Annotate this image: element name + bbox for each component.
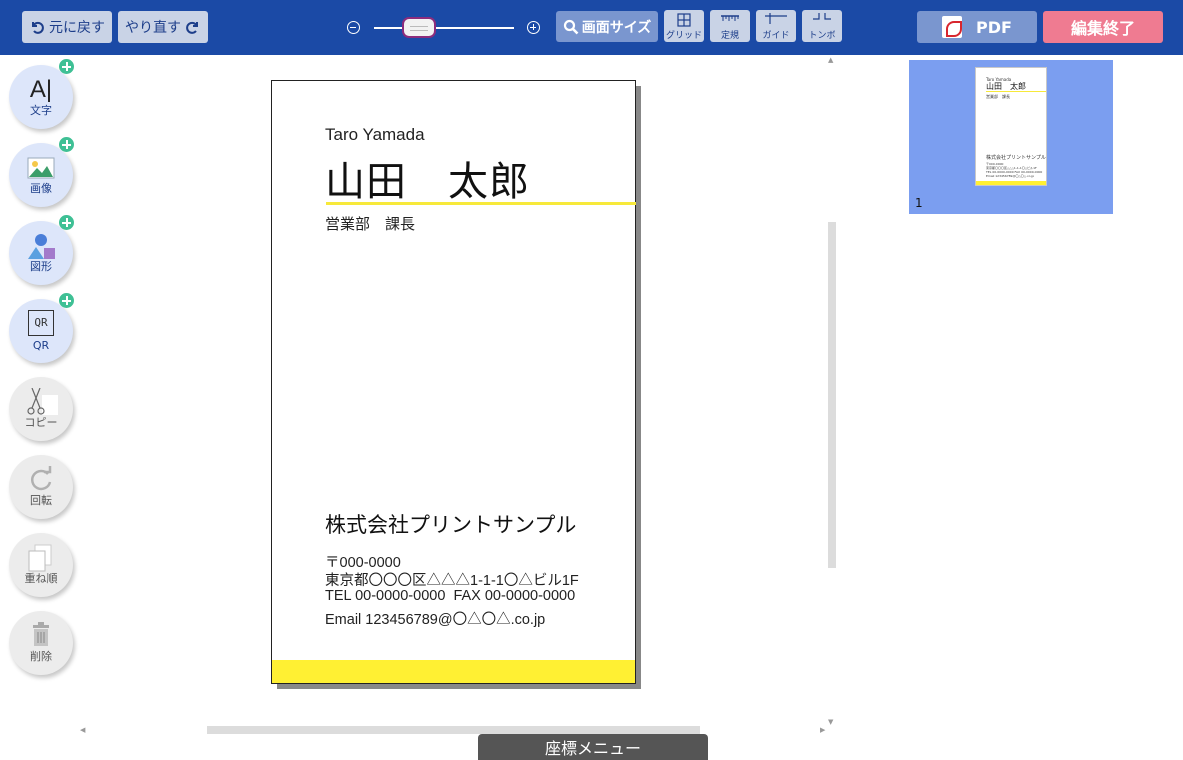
text-icon: A| <box>29 76 53 103</box>
fit-screen-label: 画面サイズ <box>581 19 652 36</box>
layer-order-icon <box>26 544 56 572</box>
shape-icon <box>26 232 56 260</box>
add-plus-icon <box>59 215 74 230</box>
trash-icon <box>26 622 56 650</box>
add-plus-icon <box>59 59 74 74</box>
card-company-name[interactable]: 株式会社プリントサンプル <box>325 509 576 539</box>
add-qr-tool[interactable]: QR QR <box>9 293 74 363</box>
crop-marks-icon <box>802 10 842 28</box>
add-shape-label: 図形 <box>30 260 52 273</box>
grid-label: グリッド <box>665 31 702 41</box>
delete-label: 削除 <box>30 650 52 663</box>
rotate-icon <box>26 466 56 494</box>
redo-button[interactable]: やり直す <box>118 11 208 43</box>
ruler-label: 定規 <box>720 31 739 41</box>
thumb-accent-band <box>976 181 1046 185</box>
copy-label: コピー <box>24 416 58 429</box>
delete-tool[interactable]: 削除 <box>9 611 73 675</box>
undo-label: 元に戻す <box>49 20 105 36</box>
add-plus-icon <box>59 137 74 152</box>
add-text-label: 文字 <box>30 104 52 117</box>
ruler-toggle-button[interactable]: 定規 <box>710 10 750 42</box>
vertical-scrollbar[interactable] <box>828 222 836 568</box>
thumb-accent-line <box>986 91 1046 92</box>
card-name-japanese[interactable]: 山田 太郎 <box>325 149 530 207</box>
guide-icon <box>756 10 796 28</box>
zoom-in-icon[interactable] <box>527 21 540 34</box>
scroll-right-arrow-icon[interactable]: ▶ <box>820 726 825 734</box>
grid-icon <box>664 10 704 28</box>
fit-screen-button[interactable]: 画面サイズ <box>556 11 658 42</box>
card-job-title[interactable]: 営業部 課長 <box>325 213 415 234</box>
zoom-slider-track[interactable] <box>374 27 514 29</box>
thumb-company-name: 株式会社プリントサンプル <box>986 155 1046 161</box>
add-image-tool[interactable]: 画像 <box>9 137 74 207</box>
page-thumbnail-panel: Taro Yamada 山田 太郎 営業部 課長 株式会社プリントサンプル 〒0… <box>909 60 1113 214</box>
guide-toggle-button[interactable]: ガイド <box>756 10 796 42</box>
coordinate-menu-label: 座標メニュー <box>544 739 641 758</box>
zoom-out-icon[interactable] <box>347 21 360 34</box>
add-shape-tool[interactable]: 図形 <box>9 215 74 285</box>
scroll-up-arrow-icon[interactable]: ▲ <box>828 56 833 64</box>
ruler-icon <box>710 10 750 28</box>
business-card-canvas[interactable]: Taro Yamada 山田 太郎 営業部 課長 株式会社プリントサンプル 〒0… <box>271 80 636 684</box>
card-name-english[interactable]: Taro Yamada <box>325 125 425 145</box>
pdf-label: PDF <box>976 17 1012 37</box>
card-tel-fax[interactable]: TEL 00-0000-0000 FAX 00-0000-0000 <box>325 588 575 604</box>
thumb-job-title: 営業部 課長 <box>986 94 1010 99</box>
search-icon <box>563 19 579 34</box>
finish-editing-button[interactable]: 編集終了 <box>1043 11 1163 43</box>
pdf-icon <box>942 16 963 38</box>
rotate-tool[interactable]: 回転 <box>9 455 73 519</box>
card-address[interactable]: 東京都〇〇〇区△△△1-1-1〇△ビル1F <box>325 569 579 590</box>
crop-marks-label: トンボ <box>808 31 836 41</box>
thumb-email: Email 123456789@〇△〇△.co.jp <box>986 174 1035 178</box>
undo-icon <box>32 21 44 34</box>
undo-button[interactable]: 元に戻す <box>22 11 112 43</box>
rotate-label: 回転 <box>30 494 52 507</box>
page-number: 1 <box>915 196 923 210</box>
redo-icon <box>186 21 198 34</box>
scroll-left-arrow-icon[interactable]: ◀ <box>80 726 85 734</box>
add-qr-label: QR <box>32 339 50 352</box>
guide-label: ガイド <box>762 31 790 41</box>
grid-toggle-button[interactable]: グリッド <box>664 10 704 42</box>
scroll-down-arrow-icon[interactable]: ▼ <box>828 718 833 726</box>
page-thumbnail[interactable]: Taro Yamada 山田 太郎 営業部 課長 株式会社プリントサンプル 〒0… <box>975 67 1047 186</box>
copy-tool[interactable]: コピー <box>9 377 73 441</box>
card-accent-band[interactable] <box>272 660 635 683</box>
horizontal-scrollbar[interactable] <box>207 726 700 734</box>
layer-order-tool[interactable]: 重ね順 <box>9 533 73 597</box>
add-image-label: 画像 <box>30 182 52 195</box>
zoom-slider-handle[interactable] <box>402 17 436 38</box>
image-icon <box>26 154 56 182</box>
coordinate-menu-tab[interactable]: 座標メニュー <box>478 734 708 760</box>
card-accent-line[interactable] <box>326 202 636 205</box>
layer-order-label: 重ね順 <box>24 572 58 585</box>
top-toolbar: 元に戻す やり直す 画面サイズ グリッド 定規 ガイド トンボ PDF 編集終了 <box>0 0 1183 55</box>
card-email[interactable]: Email 123456789@〇△〇△.co.jp <box>325 608 545 629</box>
add-plus-icon <box>59 293 74 308</box>
crop-marks-toggle-button[interactable]: トンボ <box>802 10 842 42</box>
add-text-tool[interactable]: A| 文字 <box>9 59 74 129</box>
scissors-icon <box>26 387 58 416</box>
qr-icon: QR <box>28 310 54 336</box>
redo-label: やり直す <box>125 20 181 36</box>
pdf-button[interactable]: PDF <box>917 11 1037 43</box>
finish-editing-label: 編集終了 <box>1070 19 1135 38</box>
